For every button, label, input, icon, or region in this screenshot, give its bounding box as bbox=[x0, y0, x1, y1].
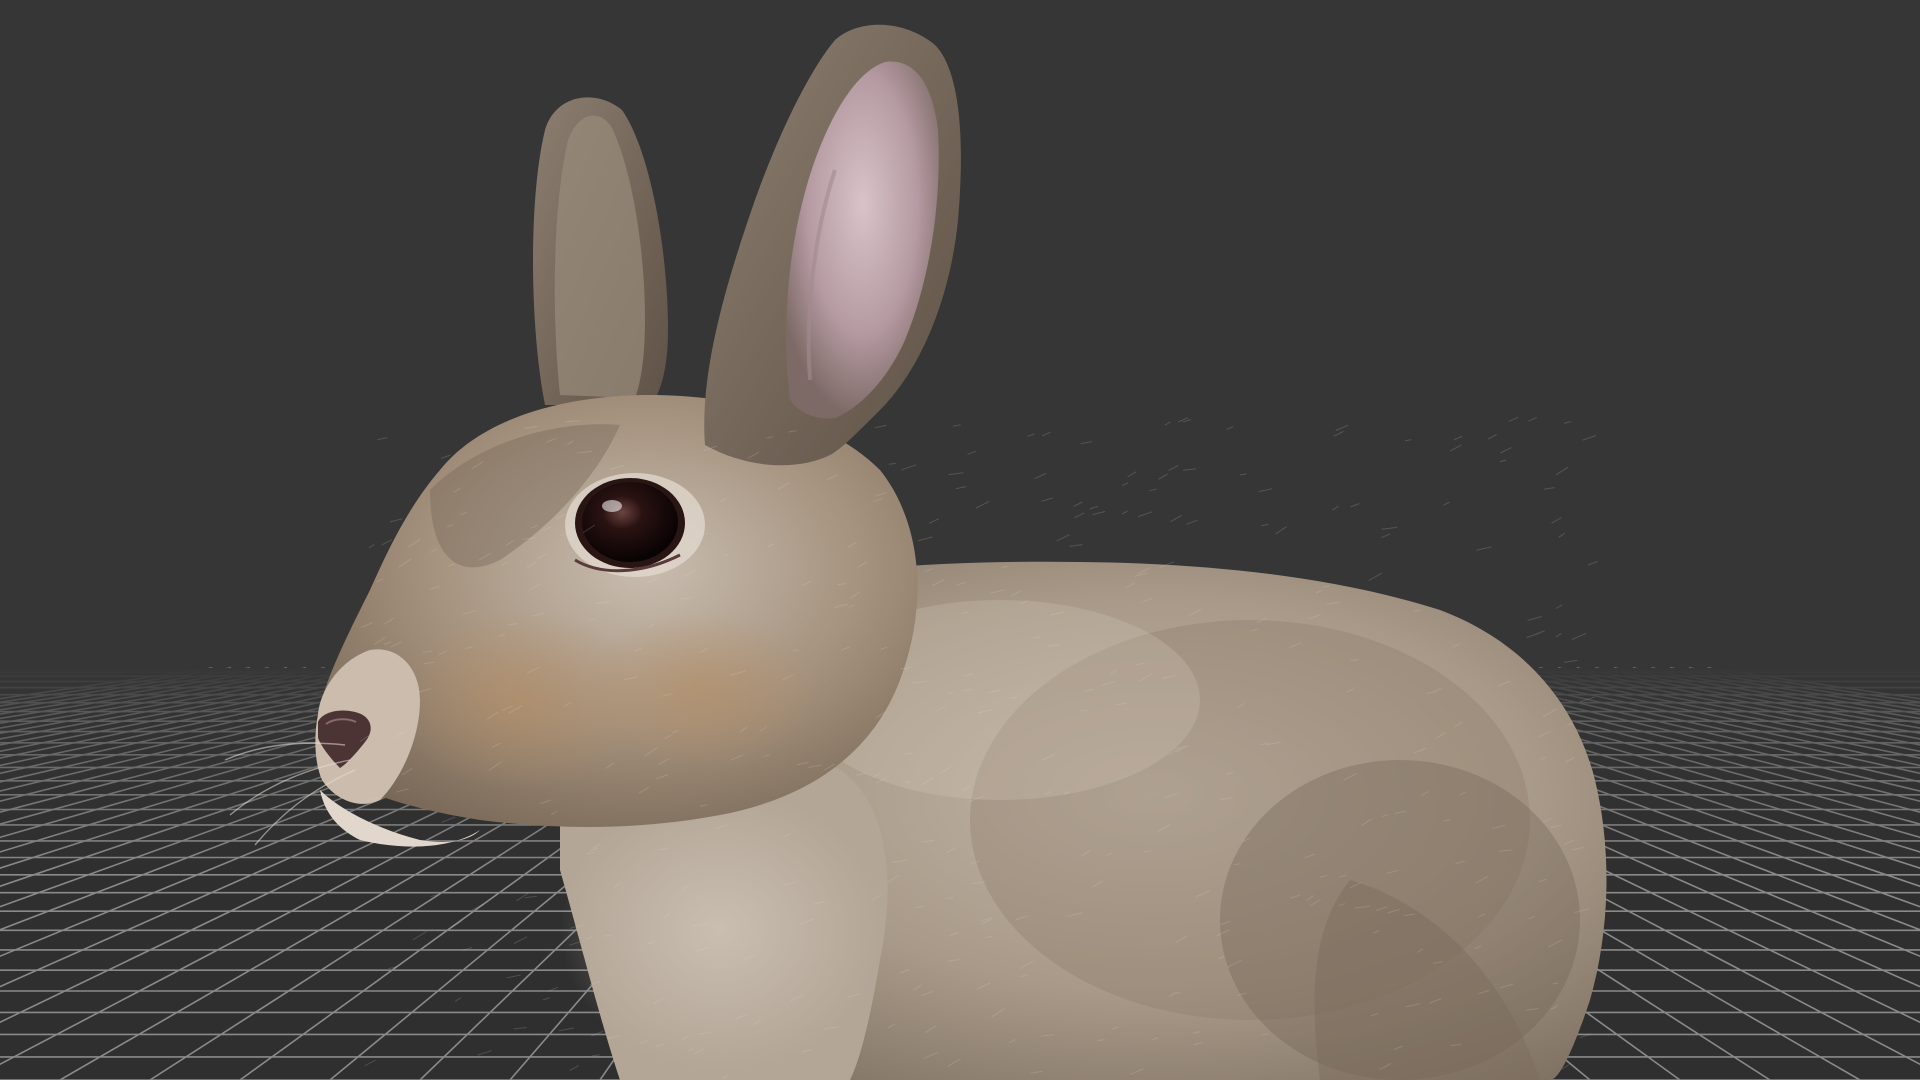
viewport-canvas[interactable] bbox=[0, 0, 1920, 1080]
rabbit-eye bbox=[565, 473, 705, 577]
3d-viewport[interactable] bbox=[0, 0, 1920, 1080]
